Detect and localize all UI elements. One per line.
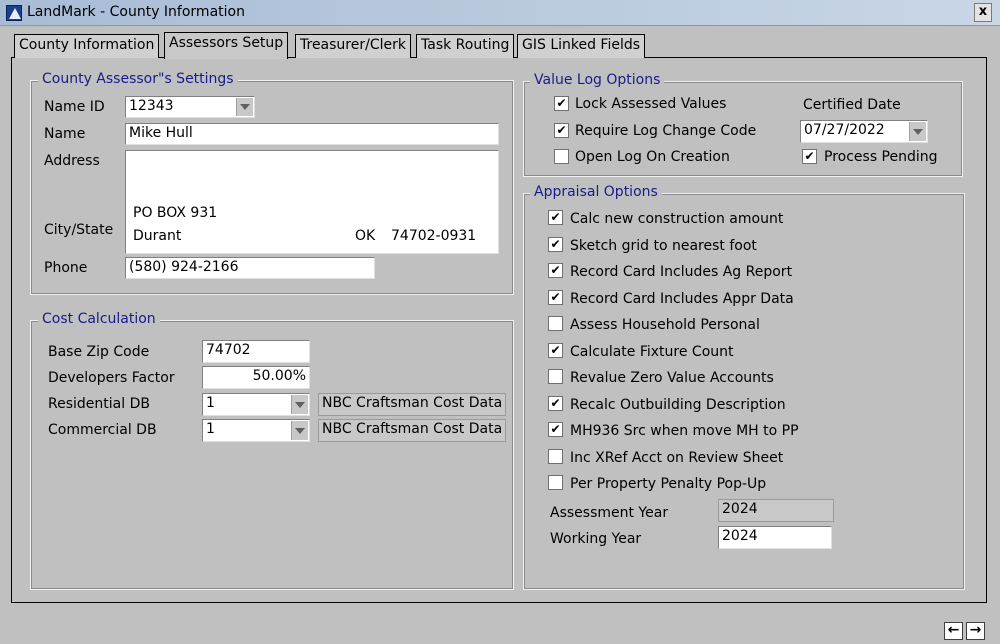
name-label: Name: [44, 126, 86, 142]
calc-new-construction-amount-label: Calc new construction amount: [570, 211, 784, 227]
commercial-db-label: Commercial DB: [48, 422, 157, 438]
revalue-zero-value-accounts-checkbox[interactable]: [548, 369, 563, 384]
commercial-db-name: NBC Craftsman Cost Data: [318, 419, 506, 442]
previous-arrow-icon[interactable]: ←: [944, 622, 963, 640]
residential-db-value: 1: [206, 395, 215, 411]
assess-household-personal-label: Assess Household Personal: [570, 317, 760, 333]
address-label: Address: [44, 153, 100, 169]
next-arrow-icon[interactable]: →: [966, 622, 985, 640]
address-state: OK: [355, 228, 376, 244]
certified-date-picker[interactable]: 07/27/2022: [800, 120, 928, 143]
tab-task-routing[interactable]: Task Routing: [416, 34, 515, 58]
record-card-includes-appr-data-label: Record Card Includes Appr Data: [570, 291, 794, 307]
record-card-includes-ag-report-checkbox[interactable]: ✔: [548, 263, 563, 278]
calculate-fixture-count-label: Calculate Fixture Count: [570, 344, 734, 360]
calculate-fixture-count-checkbox[interactable]: ✔: [548, 343, 563, 358]
address-zip: 74702-0931: [391, 228, 477, 244]
developers-factor-input[interactable]: 50.00%: [202, 366, 310, 389]
mh936-src-when-move-mh-to-pp-label: MH936 Src when move MH to PP: [570, 423, 799, 439]
base-zip-label: Base Zip Code: [48, 344, 150, 360]
residential-db-name: NBC Craftsman Cost Data: [318, 393, 506, 416]
residential-db-label: Residential DB: [48, 396, 150, 412]
phone-input[interactable]: (580) 924-2166: [125, 257, 375, 279]
record-card-includes-appr-data-checkbox[interactable]: ✔: [548, 290, 563, 305]
cost-calculation-legend: Cost Calculation: [38, 311, 160, 327]
open-log-on-creation-label: Open Log On Creation: [575, 149, 730, 165]
calc-new-construction-amount-checkbox[interactable]: ✔: [548, 210, 563, 225]
process-pending-label: Process Pending: [824, 149, 938, 165]
sketch-grid-to-nearest-foot-checkbox[interactable]: ✔: [548, 237, 563, 252]
appraisal-options-legend: Appraisal Options: [530, 184, 662, 200]
working-year-input[interactable]: 2024: [718, 526, 832, 549]
landmark-app-icon: [6, 5, 22, 21]
working-year-label: Working Year: [550, 531, 642, 547]
commercial-db-value: 1: [206, 421, 215, 437]
record-card-includes-ag-report-label: Record Card Includes Ag Report: [570, 264, 793, 280]
assessor-settings-legend: County Assessor"s Settings: [38, 71, 238, 87]
recalc-outbuilding-description-checkbox[interactable]: ✔: [548, 396, 563, 411]
developers-factor-label: Developers Factor: [48, 370, 175, 386]
tab-treasurer-clerk[interactable]: Treasurer/Clerk: [295, 34, 411, 58]
certified-date-label: Certified Date: [803, 97, 901, 113]
name-id-combo[interactable]: 12343: [125, 96, 255, 118]
address-textarea[interactable]: PO BOX 931 Durant OK 74702-0931: [125, 150, 499, 254]
name-id-value: 12343: [129, 98, 174, 114]
open-log-on-creation-checkbox[interactable]: [554, 149, 569, 164]
lock-assessed-values-checkbox[interactable]: ✔: [554, 96, 569, 111]
chevron-down-icon[interactable]: [236, 98, 253, 116]
sketch-grid-to-nearest-foot-label: Sketch grid to nearest foot: [570, 238, 757, 254]
lock-assessed-values-label: Lock Assessed Values: [575, 96, 727, 112]
chevron-down-icon[interactable]: [909, 122, 926, 141]
address-city: Durant: [133, 228, 182, 244]
tab-county-information[interactable]: County Information: [14, 34, 160, 58]
name-input[interactable]: Mike Hull: [125, 123, 499, 145]
close-button[interactable]: x: [974, 3, 992, 22]
title-bar: LandMark - County Information x: [0, 0, 1000, 26]
chevron-down-icon[interactable]: [291, 421, 308, 440]
recalc-outbuilding-description-label: Recalc Outbuilding Description: [570, 397, 786, 413]
per-property-penalty-pop-up-checkbox[interactable]: [548, 475, 563, 490]
require-log-change-code-label: Require Log Change Code: [575, 123, 757, 139]
commercial-db-combo[interactable]: 1: [202, 419, 310, 442]
residential-db-combo[interactable]: 1: [202, 393, 310, 416]
certified-date-value: 07/27/2022: [804, 122, 885, 138]
require-log-change-code-checkbox[interactable]: ✔: [554, 123, 569, 138]
value-log-options-legend: Value Log Options: [530, 72, 665, 88]
assess-household-personal-checkbox[interactable]: [548, 316, 563, 331]
process-pending-checkbox[interactable]: ✔: [802, 149, 817, 164]
window-title: LandMark - County Information: [27, 4, 245, 20]
revalue-zero-value-accounts-label: Revalue Zero Value Accounts: [570, 370, 774, 386]
address-line-1: PO BOX 931: [133, 205, 218, 221]
inc-xref-acct-on-review-sheet-label: Inc XRef Acct on Review Sheet: [570, 450, 784, 466]
mh936-src-when-move-mh-to-pp-checkbox[interactable]: ✔: [548, 422, 563, 437]
per-property-penalty-pop-up-label: Per Property Penalty Pop-Up: [570, 476, 767, 492]
chevron-down-icon[interactable]: [291, 395, 308, 414]
inc-xref-acct-on-review-sheet-checkbox[interactable]: [548, 449, 563, 464]
name-id-label: Name ID: [44, 99, 105, 115]
base-zip-input[interactable]: 74702: [202, 340, 310, 363]
tab-gis-linked-fields[interactable]: GIS Linked Fields: [517, 34, 646, 58]
assessment-year-label: Assessment Year: [550, 505, 669, 521]
phone-label: Phone: [44, 260, 88, 276]
city-state-label: City/State: [44, 222, 114, 238]
tab-assessors-setup[interactable]: Assessors Setup: [164, 32, 289, 59]
assessment-year-value: 2024: [718, 499, 834, 522]
